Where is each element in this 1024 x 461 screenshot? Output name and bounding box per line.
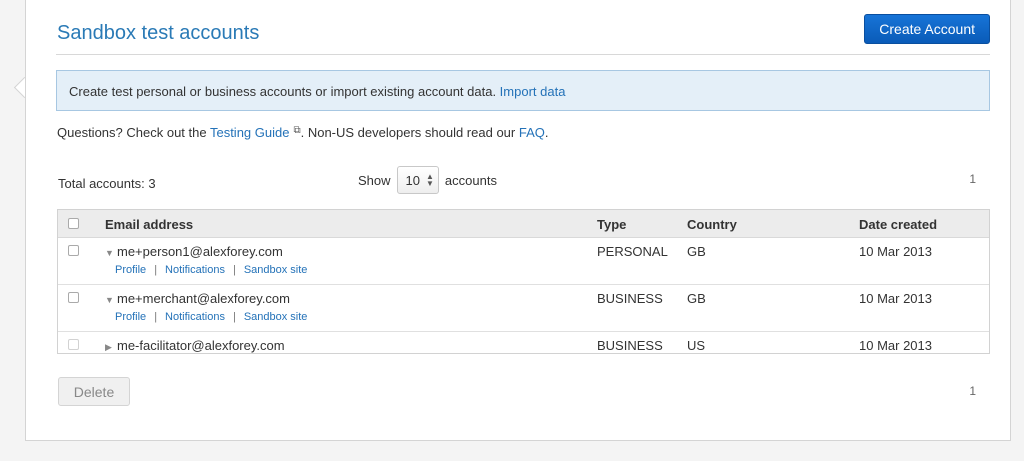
accounts-table: Email address Type Country Date created … [57,209,990,354]
panel-header: Sandbox test accounts Create Account [56,10,990,55]
questions-middle: . Non-US developers should read our [300,125,519,140]
link-separator: | [154,311,158,323]
table-row: ▼ me+person1@alexforey.com PERSONAL GB 10… [58,238,989,285]
page-title: Sandbox test accounts [57,22,260,44]
notifications-link[interactable]: Notifications [165,311,225,323]
accounts-label: accounts [444,172,497,188]
caret-right-icon[interactable]: ▶ [105,342,117,353]
account-links: Profile | Notifications | Sandbox site [115,311,307,323]
external-link-icon: ⧉ [293,125,301,136]
pagination-top[interactable]: 1 [969,172,976,186]
pagination-bottom[interactable]: 1 [969,384,976,398]
email-text: me+person1@alexforey.com [117,244,283,259]
sandbox-accounts-panel: Sandbox test accounts Create Account Cre… [25,0,1011,441]
account-date: 10 Mar 2013 [859,338,932,353]
table-row: ▶ me-facilitator@alexforey.com BUSINESS U… [58,332,989,355]
email-text: me-facilitator@alexforey.com [117,338,285,353]
sandbox-site-link[interactable]: Sandbox site [244,311,308,323]
sandbox-site-link[interactable]: Sandbox site [244,264,308,276]
select-all-checkbox[interactable] [68,217,79,232]
profile-link[interactable]: Profile [115,311,146,323]
column-date-created[interactable]: Date created [859,217,937,232]
testing-guide-link[interactable]: Testing Guide [210,125,290,140]
account-type: BUSINESS [597,291,663,306]
row-checkbox[interactable] [68,244,79,259]
link-separator: | [154,264,158,276]
table-header: Email address Type Country Date created [58,210,989,238]
column-type[interactable]: Type [597,217,626,232]
account-country: GB [687,291,706,306]
caret-down-icon[interactable]: ▼ [105,295,117,305]
notifications-link[interactable]: Notifications [165,264,225,276]
account-email[interactable]: ▶ me-facilitator@alexforey.com [105,338,285,353]
link-separator: | [232,264,236,276]
show-label: Show [358,172,391,188]
page-size-control: Show 10 ▲ ▼ accounts [358,166,497,194]
page-size-value: 10 [405,172,420,188]
create-account-button[interactable]: Create Account [864,14,990,44]
email-text: me+merchant@alexforey.com [117,291,290,306]
import-data-link[interactable]: Import data [500,84,566,99]
account-date: 10 Mar 2013 [859,291,932,306]
total-accounts: Total accounts: 3 [58,176,156,191]
account-date: 10 Mar 2013 [859,244,932,259]
account-email[interactable]: ▼ me+merchant@alexforey.com [105,291,290,306]
profile-link[interactable]: Profile [115,264,146,276]
column-country[interactable]: Country [687,217,737,232]
account-email[interactable]: ▼ me+person1@alexforey.com [105,244,283,259]
column-email[interactable]: Email address [105,217,193,232]
page-size-select[interactable]: 10 ▲ ▼ [396,166,439,194]
questions-line: Questions? Check out the Testing Guide ⧉.… [57,125,548,140]
row-checkbox [68,338,79,353]
account-links: Profile | Notifications | Sandbox site [115,264,307,276]
caret-down-icon[interactable]: ▼ [105,248,117,258]
account-country: US [687,338,706,353]
row-checkbox[interactable] [68,291,79,306]
info-text: Create test personal or business account… [69,84,500,99]
questions-prefix: Questions? Check out the [57,125,210,140]
select-arrows-icon: ▲ ▼ [426,172,434,188]
questions-suffix: . [544,125,549,140]
table-row: ▼ me+merchant@alexforey.com BUSINESS GB 1… [58,285,989,332]
delete-button[interactable]: Delete [58,377,130,406]
account-type: BUSINESS [597,338,663,353]
faq-link[interactable]: FAQ [519,125,545,140]
account-type: PERSONAL [597,244,668,259]
account-country: GB [687,244,706,259]
info-banner: Create test personal or business account… [56,70,990,111]
link-separator: | [232,311,236,323]
